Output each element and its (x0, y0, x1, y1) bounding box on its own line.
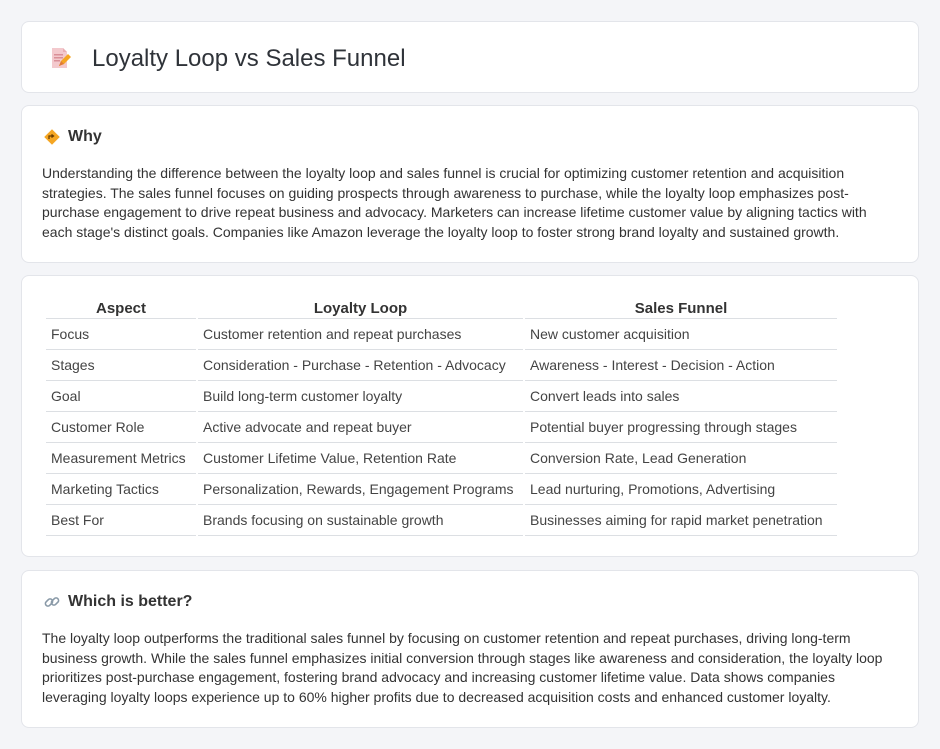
loyalty-cell: Consideration - Purchase - Retention - A… (198, 350, 523, 381)
table-row: Measurement Metrics Customer Lifetime Va… (46, 443, 837, 474)
loyalty-cell: Personalization, Rewards, Engagement Pro… (198, 474, 523, 505)
header-aspect: Aspect (46, 296, 196, 319)
funnel-cell: Potential buyer progressing through stag… (525, 412, 837, 443)
why-heading-row: Why (43, 127, 102, 147)
table-row: Focus Customer retention and repeat purc… (46, 319, 837, 350)
funnel-cell: Lead nurturing, Promotions, Advertising (525, 474, 837, 505)
comparison-section: Aspect Loyalty Loop Sales Funnel Focus C… (21, 275, 919, 557)
better-heading: Which is better? (68, 593, 193, 610)
diamond-sign-icon (44, 129, 60, 145)
funnel-cell: Awareness - Interest - Decision - Action (525, 350, 837, 381)
table-row: Customer Role Active advocate and repeat… (46, 412, 837, 443)
why-heading: Why (68, 128, 102, 145)
why-section: Why Understanding the difference between… (21, 105, 919, 263)
loyalty-cell: Active advocate and repeat buyer (198, 412, 523, 443)
comparison-table: Aspect Loyalty Loop Sales Funnel Focus C… (44, 296, 839, 536)
aspect-cell: Measurement Metrics (46, 443, 196, 474)
funnel-cell: Businesses aiming for rapid market penet… (525, 505, 837, 536)
aspect-cell: Focus (46, 319, 196, 350)
header-sales-funnel: Sales Funnel (525, 296, 837, 319)
table-row: Best For Brands focusing on sustainable … (46, 505, 837, 536)
table-row: Marketing Tactics Personalization, Rewar… (46, 474, 837, 505)
document-pencil-icon (52, 48, 71, 68)
which-is-better-section: Which is better? The loyalty loop outper… (21, 570, 919, 728)
header-card: Loyalty Loop vs Sales Funnel (21, 21, 919, 93)
loyalty-cell: Brands focusing on sustainable growth (198, 505, 523, 536)
aspect-cell: Marketing Tactics (46, 474, 196, 505)
aspect-cell: Best For (46, 505, 196, 536)
header-loyalty-loop: Loyalty Loop (198, 296, 523, 319)
funnel-cell: Convert leads into sales (525, 381, 837, 412)
loyalty-cell: Customer retention and repeat purchases (198, 319, 523, 350)
why-text: Understanding the difference between the… (42, 165, 867, 240)
table-row: Stages Consideration - Purchase - Retent… (46, 350, 837, 381)
funnel-cell: New customer acquisition (525, 319, 837, 350)
loyalty-cell: Build long-term customer loyalty (198, 381, 523, 412)
better-heading-row: Which is better? (43, 592, 192, 612)
better-text: The loyalty loop outperforms the traditi… (42, 630, 883, 705)
page-title: Loyalty Loop vs Sales Funnel (92, 45, 406, 72)
table-row: Goal Build long-term customer loyalty Co… (46, 381, 837, 412)
funnel-cell: Conversion Rate, Lead Generation (525, 443, 837, 474)
table-header-row: Aspect Loyalty Loop Sales Funnel (46, 296, 837, 319)
aspect-cell: Stages (46, 350, 196, 381)
loyalty-cell: Customer Lifetime Value, Retention Rate (198, 443, 523, 474)
link-icon (44, 597, 60, 607)
aspect-cell: Customer Role (46, 412, 196, 443)
aspect-cell: Goal (46, 381, 196, 412)
